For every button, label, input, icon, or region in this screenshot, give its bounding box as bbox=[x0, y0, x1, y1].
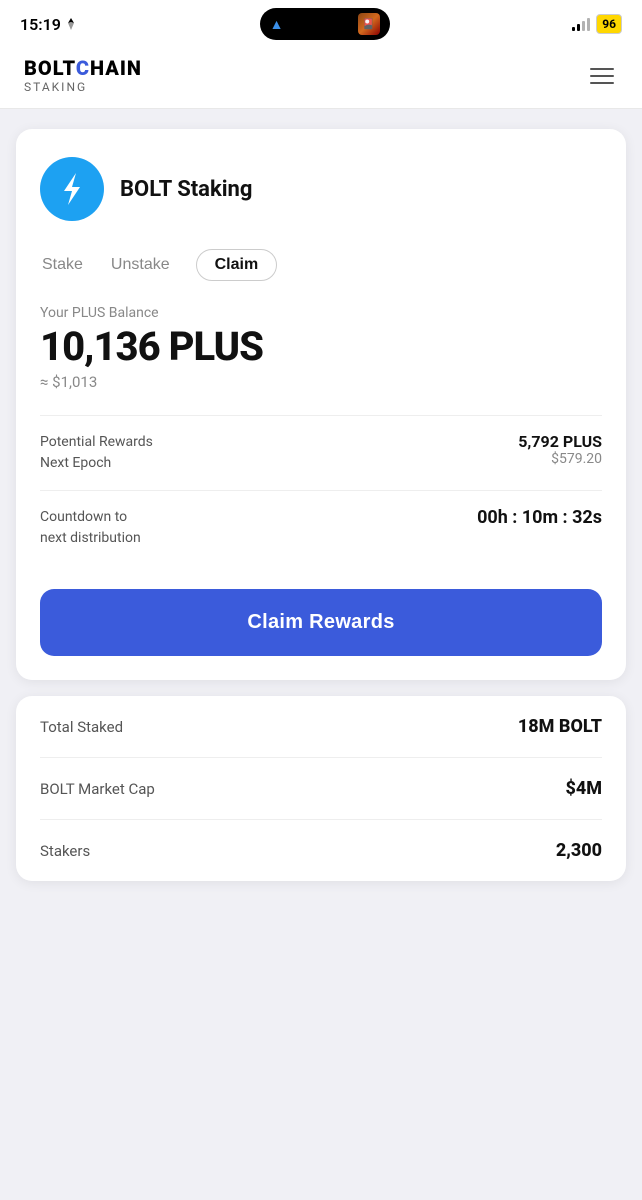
balance-usd: ≈ $1,013 bbox=[40, 373, 602, 391]
stats-card: Total Staked 18M BOLT BOLT Market Cap $4… bbox=[16, 696, 626, 881]
stat-label-total-staked: Total Staked bbox=[40, 718, 123, 736]
brand-sub: Staking bbox=[24, 80, 142, 94]
tab-claim[interactable]: Claim bbox=[196, 249, 278, 281]
balance-label: Your PLUS Balance bbox=[40, 305, 602, 321]
countdown-value: 00h : 10m : 32s bbox=[477, 507, 602, 528]
card-header: BOLT Staking bbox=[40, 157, 602, 221]
main-content: BOLT Staking Stake Unstake Claim Your PL… bbox=[0, 109, 642, 901]
tab-stake[interactable]: Stake bbox=[40, 250, 85, 280]
balance-amount: 10,136 PLUS bbox=[40, 327, 602, 367]
tab-group: Stake Unstake Claim bbox=[40, 249, 602, 281]
claim-rewards-button[interactable]: Claim Rewards bbox=[40, 589, 602, 656]
countdown-row: Countdown to next distribution 00h : 10m… bbox=[40, 490, 602, 565]
rewards-row: Potential Rewards Next Epoch 5,792 PLUS … bbox=[40, 415, 602, 490]
di-avatar: 🎴 bbox=[358, 13, 380, 35]
stat-value-market-cap: $4M bbox=[565, 778, 602, 799]
status-time: 15:19 bbox=[20, 15, 77, 34]
status-center: ▲ 🎴 bbox=[260, 8, 390, 40]
stat-value-stakers: 2,300 bbox=[556, 840, 602, 861]
app-header: BOLTCHAIN Staking bbox=[0, 44, 642, 109]
location-icon bbox=[65, 18, 77, 30]
rewards-value: 5,792 PLUS $579.20 bbox=[518, 432, 602, 467]
countdown-label: Countdown to next distribution bbox=[40, 507, 141, 549]
stat-row-total-staked: Total Staked 18M BOLT bbox=[40, 696, 602, 758]
menu-button[interactable] bbox=[586, 64, 618, 88]
dynamic-island: ▲ 🎴 bbox=[260, 8, 390, 40]
rewards-label: Potential Rewards Next Epoch bbox=[40, 432, 153, 474]
token-logo bbox=[40, 157, 104, 221]
bolt-logo-icon bbox=[54, 171, 90, 207]
stat-label-market-cap: BOLT Market Cap bbox=[40, 780, 155, 798]
brand-name: BOLTCHAIN bbox=[24, 58, 142, 78]
stat-value-total-staked: 18M BOLT bbox=[518, 716, 602, 737]
card-title: BOLT Staking bbox=[120, 177, 252, 202]
status-bar: 15:19 ▲ 🎴 96 bbox=[0, 0, 642, 44]
brand: BOLTCHAIN Staking bbox=[24, 58, 142, 94]
battery-indicator: 96 bbox=[596, 14, 622, 34]
signal-icon bbox=[572, 17, 590, 31]
stat-row-stakers: Stakers 2,300 bbox=[40, 820, 602, 881]
stat-label-stakers: Stakers bbox=[40, 842, 90, 860]
di-nav-logo: ▲ bbox=[270, 16, 284, 33]
staking-card: BOLT Staking Stake Unstake Claim Your PL… bbox=[16, 129, 626, 680]
status-right: 96 bbox=[572, 14, 622, 34]
stat-row-market-cap: BOLT Market Cap $4M bbox=[40, 758, 602, 820]
tab-unstake[interactable]: Unstake bbox=[109, 250, 172, 280]
